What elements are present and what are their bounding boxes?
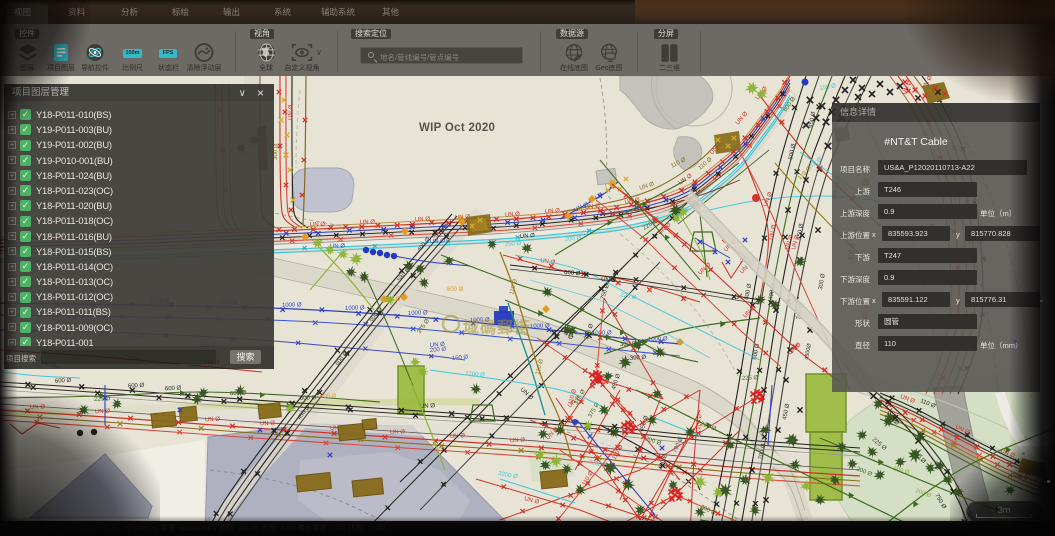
svg-text:600 Ø: 600 Ø	[320, 394, 337, 400]
svg-text:1000 Ø: 1000 Ø	[282, 302, 302, 309]
svg-text:UN Ø: UN Ø	[260, 421, 276, 428]
svg-text:WIP Oct 2020: WIP Oct 2020	[419, 122, 495, 134]
svg-text:1000 Ø: 1000 Ø	[408, 310, 428, 317]
svg-text:600 Ø: 600 Ø	[128, 383, 145, 390]
svg-text:1000 Ø: 1000 Ø	[530, 323, 550, 330]
svg-text:UN Ø: UN Ø	[510, 437, 526, 444]
svg-text:UN Ø: UN Ø	[415, 216, 431, 223]
svg-text:UN Ø: UN Ø	[601, 277, 617, 284]
svg-text:UN Ø: UN Ø	[310, 222, 326, 229]
svg-text:UN Ø: UN Ø	[95, 409, 111, 416]
svg-text:UN Ø: UN Ø	[288, 105, 295, 121]
svg-text:1000 Ø: 1000 Ø	[648, 336, 668, 343]
svg-text:域碼郵街: 域碼郵街	[463, 318, 531, 337]
svg-text:250 Ø: 250 Ø	[505, 241, 522, 248]
svg-text:600 Ø: 600 Ø	[447, 287, 464, 293]
svg-text:600 Ø: 600 Ø	[564, 270, 581, 277]
svg-text:UN Ø: UN Ø	[390, 429, 406, 436]
svg-text:UN Ø: UN Ø	[505, 212, 521, 219]
svg-text:600 Ø: 600 Ø	[165, 386, 182, 393]
svg-text:225 Ø: 225 Ø	[742, 375, 759, 382]
svg-text:UN Ø: UN Ø	[520, 233, 536, 240]
svg-text:225 Ø: 225 Ø	[94, 396, 111, 403]
svg-text:UN Ø: UN Ø	[360, 219, 376, 226]
svg-text:UN Ø: UN Ø	[545, 208, 561, 215]
svg-text:UN Ø: UN Ø	[205, 417, 221, 424]
svg-text:1000 Ø: 1000 Ø	[345, 305, 365, 312]
svg-text:UN Ø: UN Ø	[30, 404, 46, 411]
svg-text:600 Ø: 600 Ø	[55, 378, 72, 385]
